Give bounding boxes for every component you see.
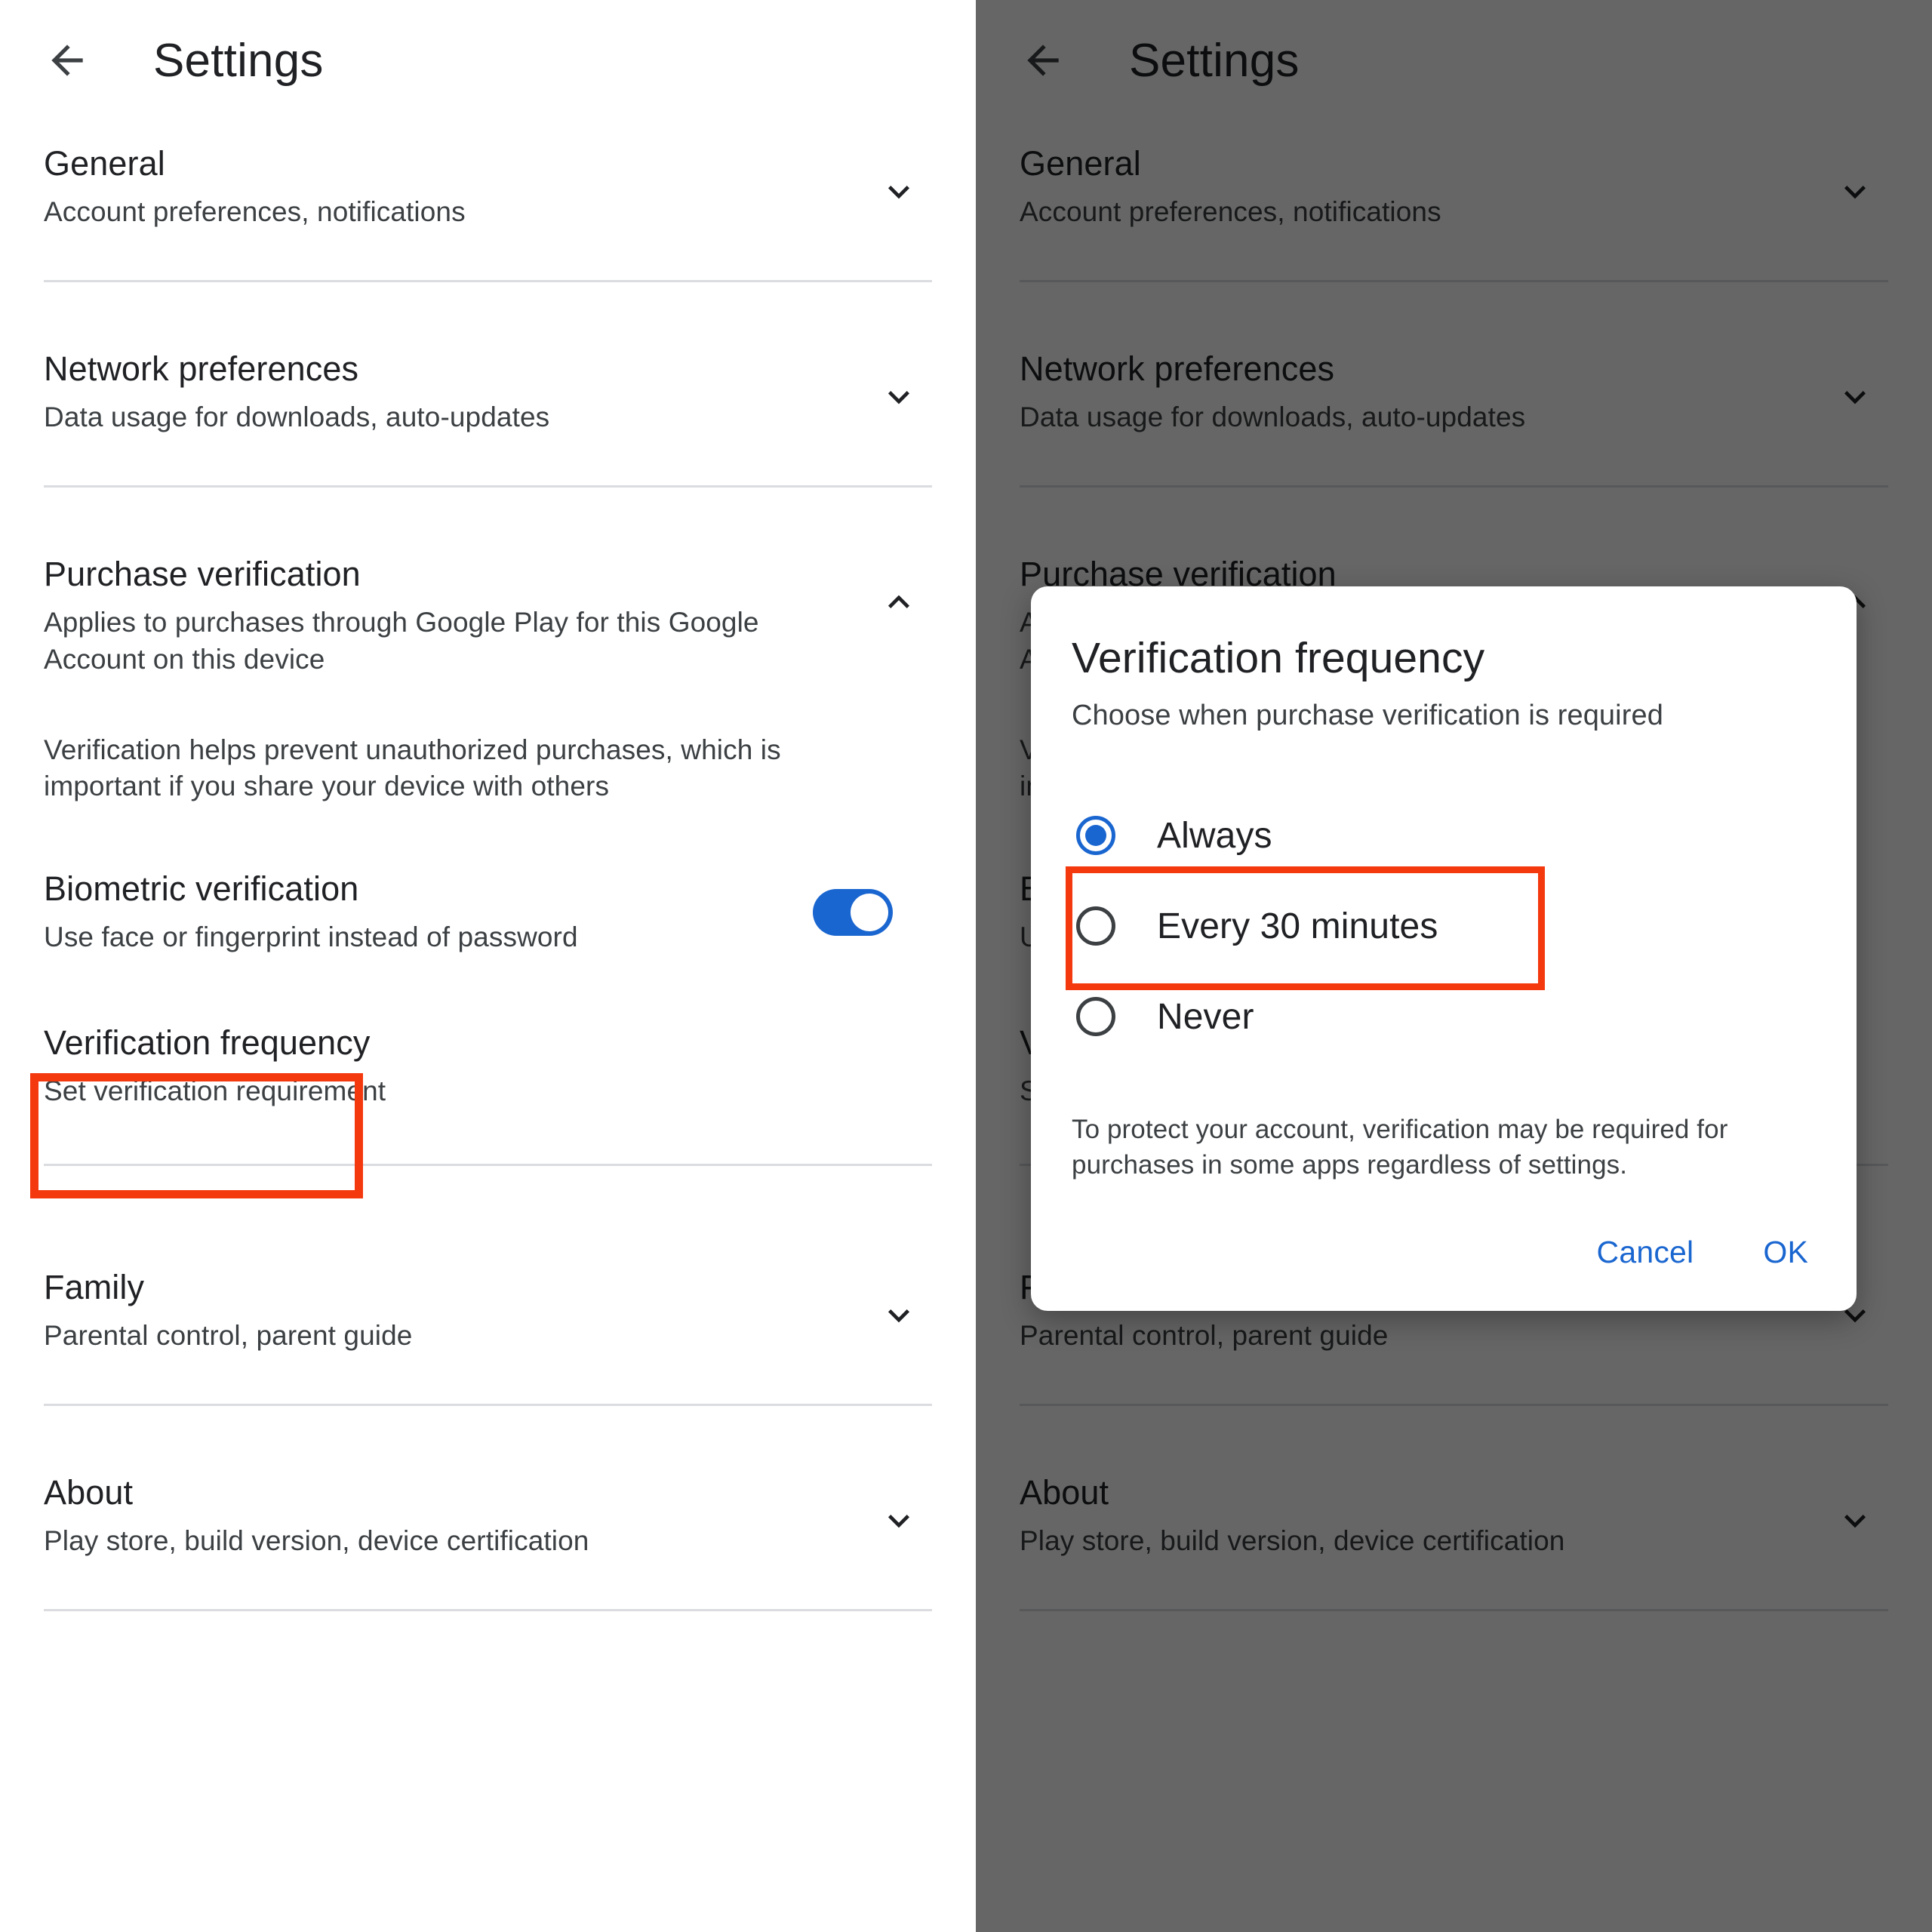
dialog-subtitle: Choose when purchase verification is req…	[1072, 700, 1663, 731]
dialog-title: Verification frequency	[1072, 634, 1485, 682]
toggle-knob	[851, 893, 888, 931]
chevron-down-icon[interactable]	[878, 1294, 920, 1337]
row-title-biometric: Biometric verification	[44, 869, 359, 909]
purchase-verification-note: Verification helps prevent unauthorized …	[44, 734, 781, 802]
row-title-family: Family	[44, 1267, 145, 1306]
row-subtitle-biometric: Use face or fingerprint instead of passw…	[44, 921, 578, 953]
radio-option-always[interactable]: Always	[1072, 798, 1816, 872]
settings-row-general[interactable]: General Account preferences, notificatio…	[0, 121, 976, 230]
ok-button[interactable]: OK	[1763, 1235, 1808, 1270]
radio-label-never: Never	[1157, 996, 1254, 1037]
radio-icon-every-30-minutes[interactable]	[1076, 906, 1115, 946]
row-title-purchase-verification: Purchase verification	[44, 555, 361, 594]
app-bar-left: Settings	[0, 0, 976, 121]
row-title-general: General	[44, 144, 165, 183]
chevron-down-icon[interactable]	[878, 171, 920, 213]
verification-frequency-dialog: Verification frequency Choose when purch…	[1031, 586, 1857, 1311]
row-subtitle-verification-frequency: Set verification requirement	[44, 1075, 386, 1106]
biometric-verification-toggle[interactable]	[813, 888, 893, 936]
back-arrow-icon[interactable]	[44, 37, 91, 84]
settings-row-family[interactable]: Family Parental control, parent guide	[0, 1244, 976, 1354]
settings-list-left: General Account preferences, notificatio…	[0, 121, 976, 1612]
dual-panel-screenshot: Settings General Account preferences, no…	[0, 0, 1932, 1932]
settings-row-about[interactable]: About Play store, build version, device …	[0, 1450, 976, 1559]
row-subtitle-general: Account preferences, notifications	[44, 196, 466, 228]
dialog-note: To protect your account, verification ma…	[1072, 1115, 1728, 1180]
settings-row-purchase-verification[interactable]: Purchase verification Applies to purchas…	[0, 531, 976, 677]
settings-row-verification-frequency[interactable]: Verification frequency Set verification …	[0, 1000, 976, 1109]
radio-icon-always[interactable]	[1076, 816, 1115, 855]
divider	[44, 1609, 932, 1612]
row-subtitle-about: Play store, build version, device certif…	[44, 1524, 589, 1556]
dialog-actions: Cancel OK	[1072, 1235, 1816, 1288]
radio-icon-never[interactable]	[1076, 997, 1115, 1036]
row-subtitle-family: Parental control, parent guide	[44, 1319, 413, 1351]
row-subtitle-network: Data usage for downloads, auto-updates	[44, 401, 550, 433]
radio-group-verification-frequency: Always Every 30 minutes Never	[1066, 798, 1816, 1054]
cancel-button[interactable]: Cancel	[1597, 1235, 1694, 1270]
row-title-verification-frequency: Verification frequency	[44, 1023, 371, 1062]
chevron-down-icon[interactable]	[878, 376, 920, 418]
radio-option-never[interactable]: Never	[1072, 980, 1816, 1054]
settings-row-biometric-verification[interactable]: Biometric verification Use face or finge…	[0, 869, 976, 955]
row-title-network: Network preferences	[44, 349, 359, 389]
row-title-about: About	[44, 1472, 134, 1512]
chevron-up-icon[interactable]	[878, 581, 920, 623]
right-phone-panel: Settings General Account preferences, no…	[976, 0, 1932, 1932]
radio-label-every-30-minutes: Every 30 minutes	[1157, 906, 1438, 946]
left-phone-panel: Settings General Account preferences, no…	[0, 0, 976, 1932]
page-title: Settings	[153, 34, 324, 87]
radio-option-every-30-minutes[interactable]: Every 30 minutes	[1066, 866, 1816, 990]
settings-row-network-preferences[interactable]: Network preferences Data usage for downl…	[0, 326, 976, 435]
chevron-down-icon[interactable]	[878, 1500, 920, 1542]
radio-label-always: Always	[1157, 815, 1272, 856]
row-subtitle-purchase-verification: Applies to purchases through Google Play…	[44, 607, 759, 675]
